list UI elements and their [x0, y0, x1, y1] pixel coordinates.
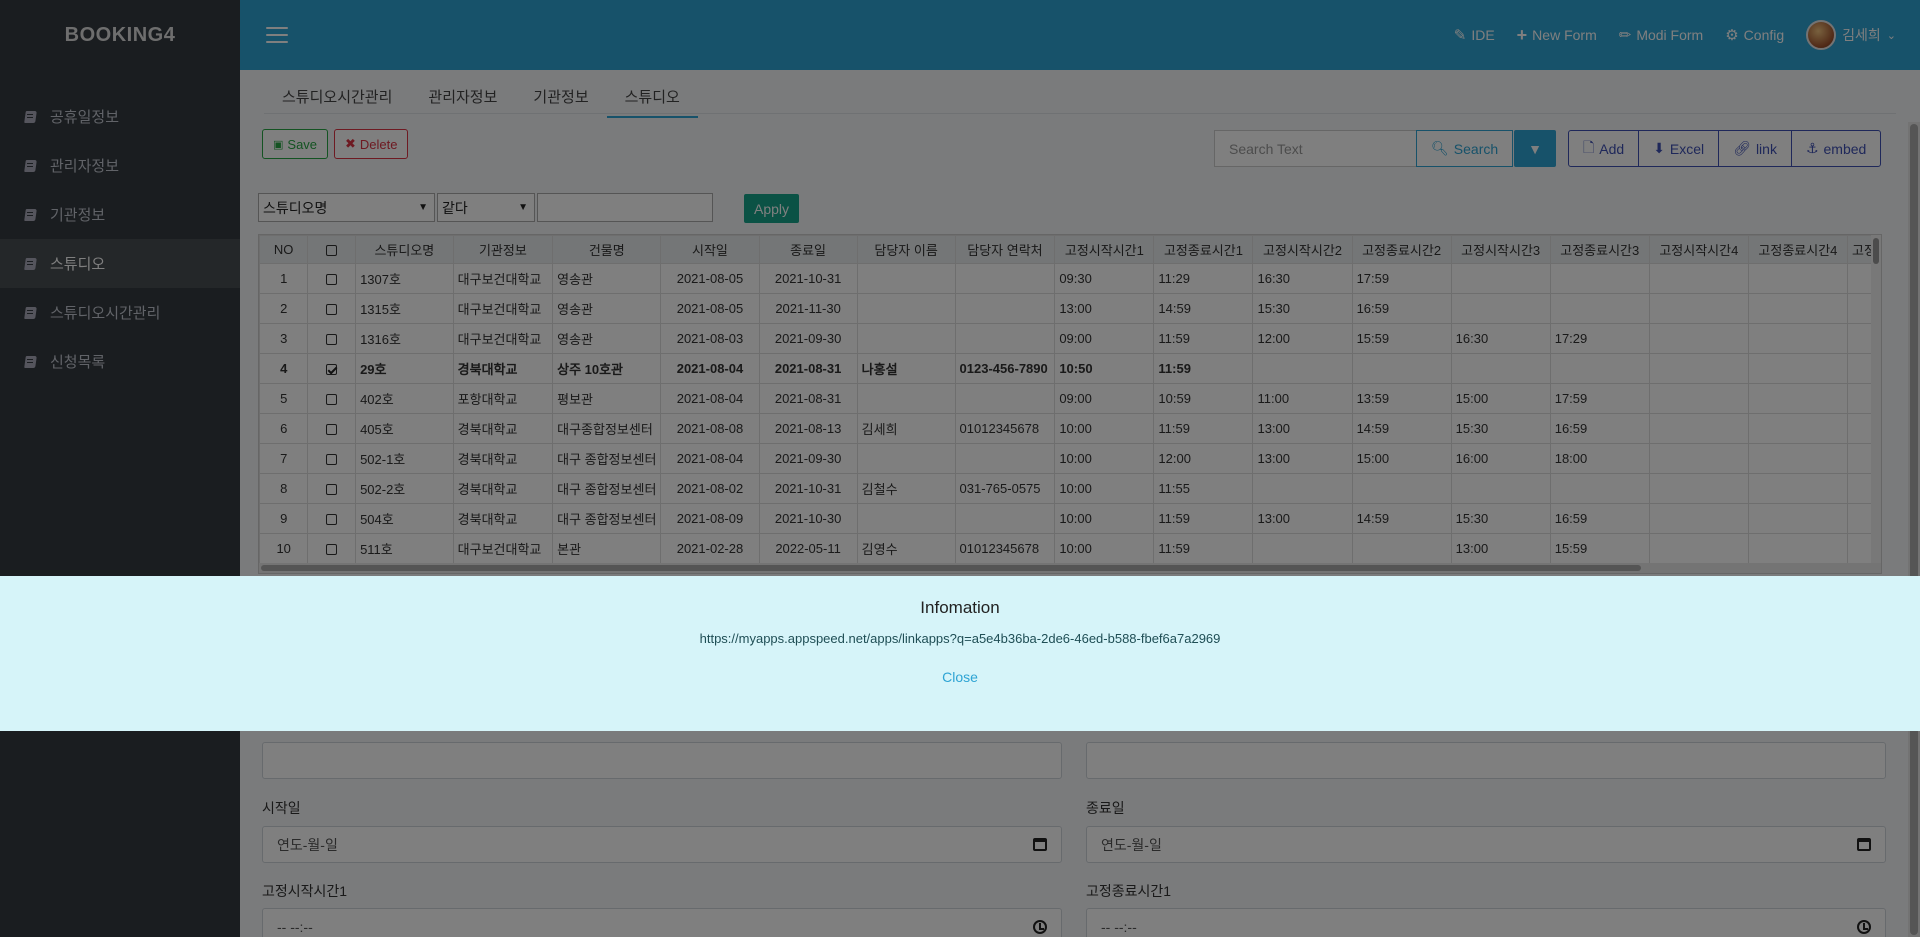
modal-backdrop[interactable] [0, 0, 1920, 937]
modal-title: Infomation [920, 598, 1000, 617]
info-modal: Infomation https://myapps.appspeed.net/a… [0, 576, 1920, 731]
modal-url: https://myapps.appspeed.net/apps/linkapp… [699, 631, 1221, 646]
close-button[interactable]: Close [942, 669, 978, 685]
